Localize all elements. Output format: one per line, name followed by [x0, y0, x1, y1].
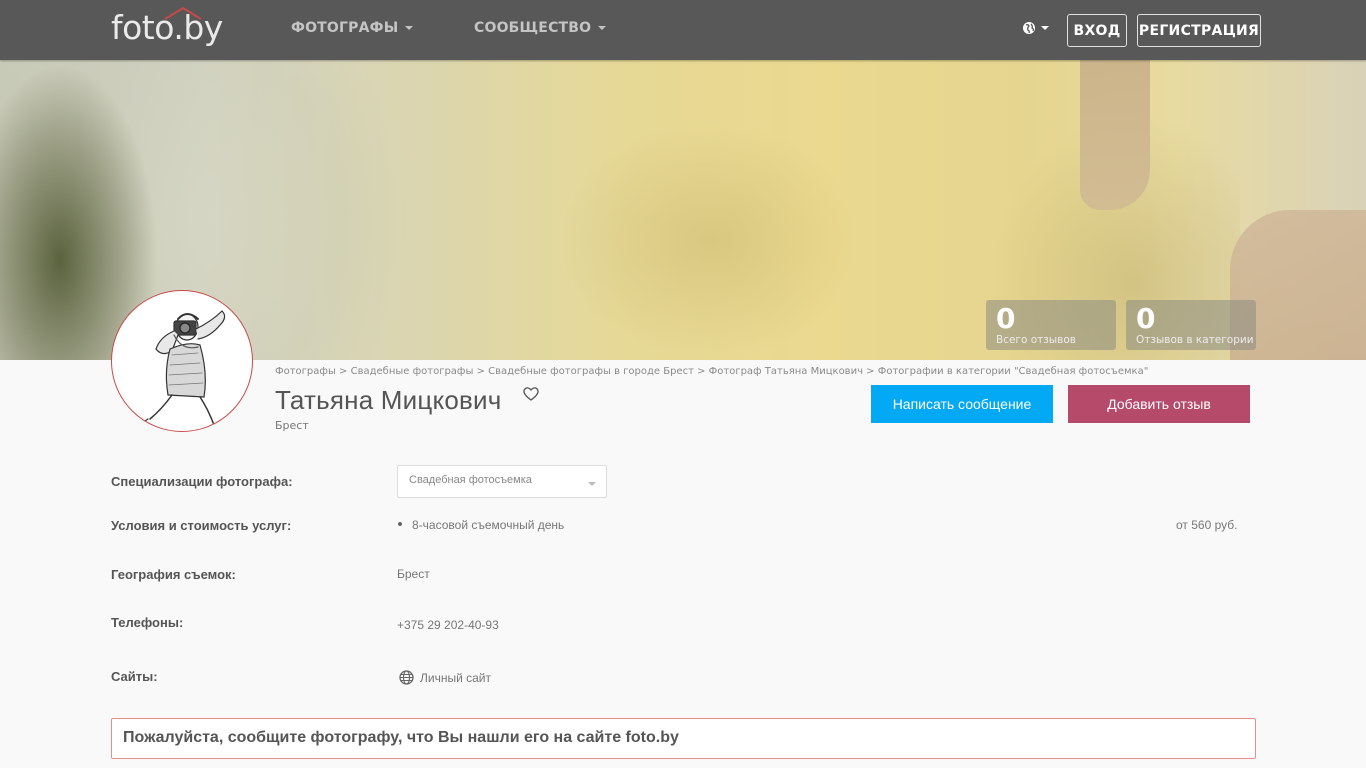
stat-total-reviews-value: 0 [996, 302, 1016, 335]
stat-category-reviews-label: Отзывов в категории [1136, 334, 1254, 346]
service-item: 8-часовой съемочный день [412, 518, 565, 532]
language-selector[interactable] [1022, 21, 1049, 35]
personal-site-link[interactable]: Личный сайт [399, 670, 491, 685]
services-label: Условия и стоимость услуг: [111, 518, 292, 533]
personal-site-label: Личный сайт [420, 670, 491, 685]
specialization-select-value: Свадебная фотосъемка [409, 474, 532, 486]
write-message-button[interactable]: Написать сообщение [871, 385, 1053, 423]
specialization-label: Специализации фотографа: [111, 474, 293, 489]
breadcrumb[interactable]: Фотографы > Свадебные фотографы > Свадеб… [275, 366, 1148, 377]
page-title: Татьяна Мицкович [275, 385, 502, 415]
stat-category-reviews-value: 0 [1136, 302, 1156, 335]
cover-skin [1080, 60, 1150, 210]
specialization-select[interactable]: Свадебная фотосъемка [397, 465, 607, 498]
service-price: от 560 руб. [1176, 518, 1238, 532]
globe-icon [1023, 22, 1035, 34]
stat-category-reviews: 0 Отзывов в категории [1126, 300, 1256, 350]
nav-menu-photographers-label: ФОТОГРАФЫ [291, 20, 399, 36]
cover-fold [560, 120, 860, 360]
avatar[interactable] [111, 290, 253, 432]
stat-total-reviews-label: Всего отзывов [996, 334, 1076, 346]
sites-label: Сайты: [111, 669, 158, 684]
caret-down-icon [588, 482, 596, 486]
geography-label: География съемок: [111, 567, 236, 582]
nav-menu-photographers[interactable]: ФОТОГРАФЫ [291, 20, 414, 36]
register-button[interactable]: РЕГИСТРАЦИЯ [1137, 14, 1261, 47]
profile-city: Брест [275, 419, 309, 432]
stat-total-reviews: 0 Всего отзывов [986, 300, 1116, 350]
caret-down-icon [405, 26, 414, 30]
favorite-heart-icon[interactable] [522, 386, 540, 402]
caret-down-icon [1041, 26, 1049, 30]
geography-value: Брест [397, 567, 430, 581]
globe-icon [399, 670, 414, 685]
bullet-icon [398, 522, 402, 526]
caret-down-icon [598, 26, 607, 30]
top-navbar: foto.by ФОТОГРАФЫ СООБЩЕСТВО ВХОД РЕГИСТ… [0, 0, 1366, 60]
site-logo[interactable]: foto.by [111, 4, 241, 48]
add-review-button[interactable]: Добавить отзыв [1068, 385, 1250, 423]
login-button[interactable]: ВХОД [1067, 14, 1127, 47]
notice-banner: Пожалуйста, сообщите фотографу, что Вы н… [111, 718, 1256, 759]
phone-value[interactable]: +375 29 202-40-93 [397, 618, 499, 632]
nav-menu-community-label: СООБЩЕСТВО [474, 20, 592, 36]
photographer-sketch-icon [141, 310, 226, 430]
nav-menu-community[interactable]: СООБЩЕСТВО [474, 20, 607, 36]
logo-text: foto.by [111, 8, 223, 47]
phones-label: Телефоны: [111, 615, 184, 630]
